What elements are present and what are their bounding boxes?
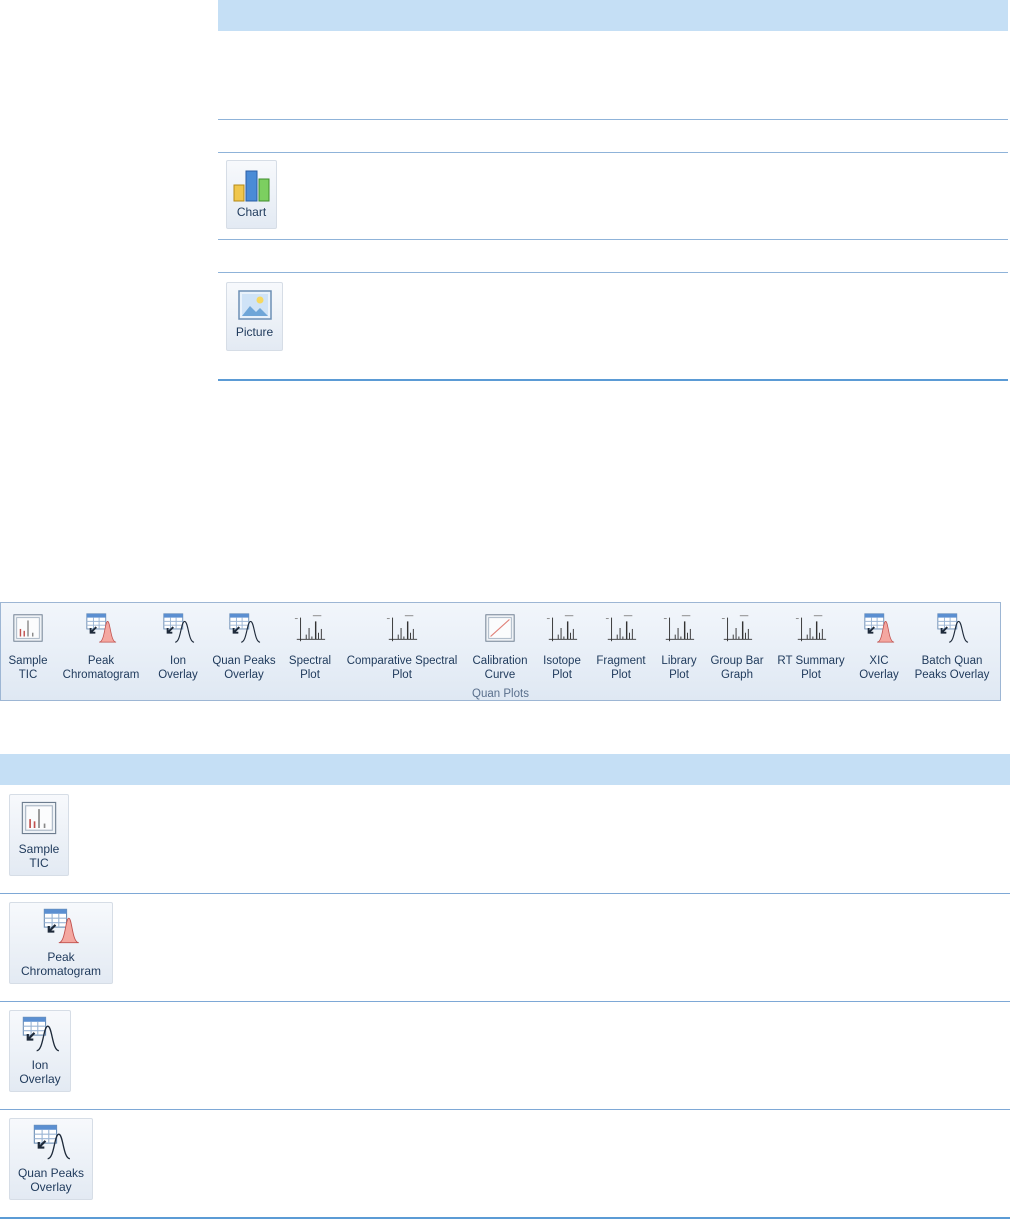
chart-button-label: Chart: [236, 205, 267, 219]
row-divider: [218, 119, 1008, 120]
peak-chromatogram-icon: [41, 907, 81, 950]
ribbon-button-batch-quan-peaks-overlay[interactable]: Batch Quan Peaks Overlay: [912, 603, 992, 685]
sample-tic-icon: [11, 611, 45, 650]
row-divider: [218, 152, 1008, 153]
row-button-label: Quan Peaks Overlay: [17, 1166, 85, 1194]
row-divider: [218, 272, 1008, 273]
quan-peaks-overlay-icon: [227, 611, 261, 650]
top-table-header: [218, 0, 1008, 31]
library-plot-icon: [662, 611, 696, 650]
batch-quan-peaks-overlay-icon: [935, 611, 969, 650]
bar-chart-icon: [233, 170, 269, 202]
picture-button[interactable]: Picture: [226, 282, 283, 351]
peak-chromatogram-button[interactable]: Peak Chromatogram: [9, 902, 113, 984]
group-bar-graph-icon: [720, 611, 754, 650]
rt-summary-plot-icon: [794, 611, 828, 650]
row-divider: [218, 239, 1008, 240]
row-button-label: Sample TIC: [18, 842, 60, 870]
bottom-table-header: [0, 754, 1010, 785]
table-bottom-rule: [0, 1217, 1010, 1219]
ion-overlay-icon: [161, 611, 195, 650]
calibration-curve-icon: [483, 611, 517, 650]
ion-overlay-icon: [20, 1015, 60, 1058]
comparative-spectral-plot-icon: [385, 611, 419, 650]
xic-overlay-icon: [862, 611, 896, 650]
picture-button-label: Picture: [235, 325, 274, 339]
sample-tic-button[interactable]: Sample TIC: [9, 794, 69, 876]
ribbon-button-comparative-spectral-plot[interactable]: Comparative Spectral Plot: [347, 603, 457, 685]
chart-button[interactable]: Chart: [226, 160, 277, 229]
ion-overlay-button[interactable]: Ion Overlay: [9, 1010, 71, 1092]
quan-peaks-overlay-icon: [31, 1123, 71, 1166]
row-button-label: Peak Chromatogram: [20, 950, 102, 978]
fragment-plot-icon: [604, 611, 638, 650]
sample-tic-icon: [19, 799, 59, 842]
isotope-plot-icon: [545, 611, 579, 650]
row-divider: [0, 1109, 1010, 1110]
ribbon-button-label: Batch Quan Peaks Overlay: [914, 655, 990, 681]
row-divider: [0, 1001, 1010, 1002]
table-bottom-rule: [218, 379, 1008, 381]
spectral-plot-icon: [293, 611, 327, 650]
row-divider: [0, 893, 1010, 894]
picture-icon: [237, 290, 272, 320]
quan-peaks-overlay-button[interactable]: Quan Peaks Overlay: [9, 1118, 93, 1200]
peak-chromatogram-icon: [84, 611, 118, 650]
quan-plots-ribbon-group: Sample TIC Peak Chromatogram Ion Overlay…: [0, 602, 1001, 701]
row-button-label: Ion Overlay: [19, 1058, 61, 1086]
ribbon-group-label: Quan Plots: [472, 688, 529, 700]
